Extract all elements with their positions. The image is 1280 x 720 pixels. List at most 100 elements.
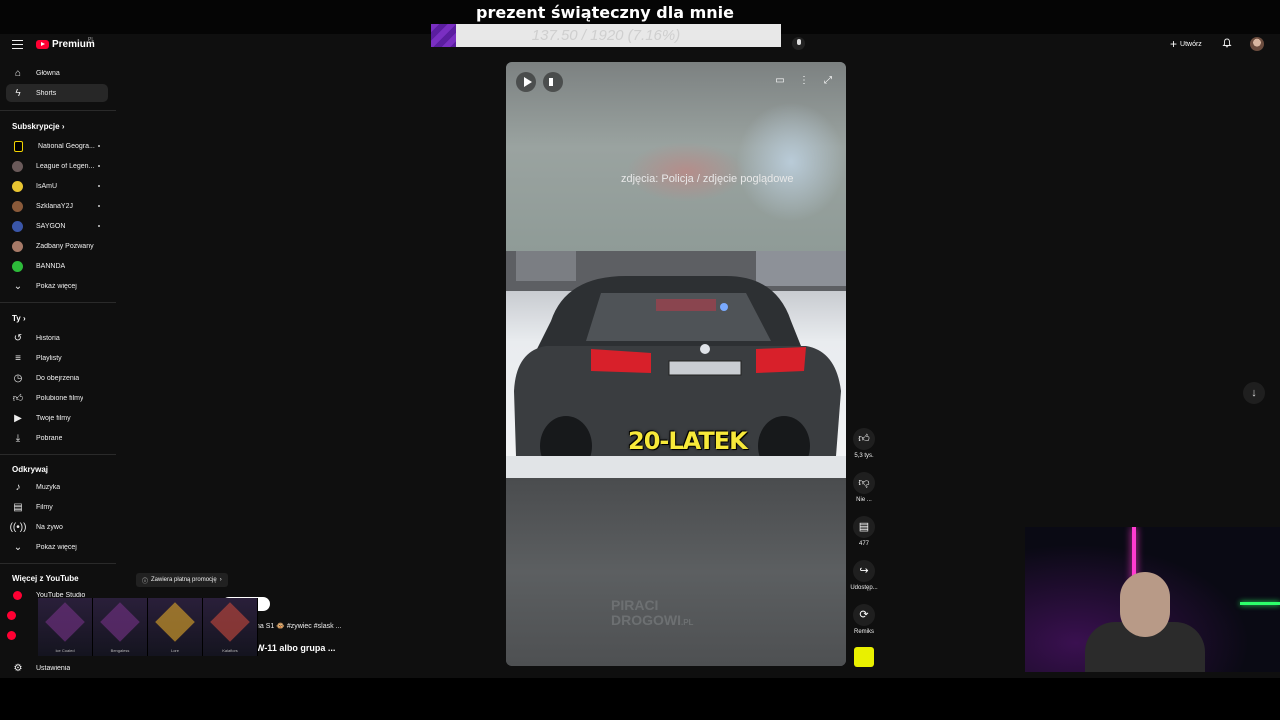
thumbs-up-icon: 👍︎	[12, 393, 24, 404]
channel-avatar	[12, 220, 23, 232]
skin-image	[155, 602, 195, 642]
show-more-subscriptions[interactable]: ⌄ Pokaż więcej	[6, 277, 108, 295]
channel-avatar	[12, 180, 23, 192]
new-content-dot	[98, 165, 100, 167]
sidebar-item-music[interactable]: ♪ Muzyka	[6, 478, 108, 496]
sidebar-item-history[interactable]: ↺ Historia	[6, 329, 108, 347]
skin-card: Ice Coaled	[38, 598, 93, 656]
sidebar-item-label: Filmy	[36, 503, 53, 511]
skin-card: Kalafiors	[203, 598, 258, 656]
sidebar-item-subscription[interactable]: SzklanaY2J	[6, 197, 108, 215]
youtube-logo[interactable]: Premium	[36, 39, 95, 50]
playlist-icon: ≡	[15, 352, 21, 364]
skin-image	[100, 602, 140, 642]
remix-button[interactable]: ⟳ Remiks	[849, 604, 879, 635]
sidebar-item-live[interactable]: ((•)) Na żywo	[6, 518, 108, 536]
sidebar-item-movies[interactable]: ▤ Filmy	[6, 498, 108, 516]
green-light	[1240, 602, 1280, 605]
streamer-webcam	[1025, 527, 1280, 672]
captions-icon[interactable]: ▭	[774, 75, 786, 87]
dislike-label: Nie ...	[856, 497, 872, 503]
sidebar-item-subscription[interactable]: SAYGON	[6, 217, 108, 235]
clock-icon: ◷	[13, 372, 23, 384]
next-video-button[interactable]: ↓	[1243, 382, 1265, 404]
sidebar-item-label: IsAmU	[36, 182, 57, 190]
stream-skins-overlay: Ice Coaled Bengaless Lore Kalafiors	[38, 598, 258, 656]
volume-button[interactable]	[543, 72, 563, 92]
video-bottom-panel: PIRACI DROGOWI.PL	[506, 478, 846, 666]
chevron-down-icon: ⌄	[13, 541, 23, 553]
sidebar-item-label: Główna	[36, 69, 60, 77]
remix-label: Remiks	[853, 629, 874, 635]
blurred-shape	[736, 102, 846, 222]
dislike-button[interactable]: 👎︎ Nie ...	[849, 472, 879, 503]
paid-promotion-badge[interactable]: ⓘ Zawiera płatną promocję ›	[136, 573, 228, 587]
fullscreen-icon[interactable]: ⤢	[822, 75, 834, 87]
skin-card: Bengaless	[93, 598, 148, 656]
sidebar-item-label: Pokaż więcej	[36, 543, 77, 551]
shorts-video-player[interactable]: zdjęcia: Policja / zdjęcie poglądowe PIR…	[506, 62, 846, 666]
new-content-dot	[98, 205, 100, 207]
live-icon: ((•))	[9, 521, 27, 533]
play-button[interactable]	[516, 72, 536, 92]
sidebar-divider	[0, 110, 116, 111]
skin-name: Ice Coaled	[55, 648, 75, 653]
channel-avatar	[14, 140, 23, 152]
like-button[interactable]: 👍︎ 5,3 tys.	[849, 428, 879, 459]
sidebar-item-label: Historia	[36, 334, 60, 342]
youtube-studio-icon	[13, 590, 22, 600]
sidebar-item-home[interactable]: ⌂ Główna	[6, 64, 108, 82]
remix-icon: ⟳	[853, 604, 875, 626]
sidebar-item-shorts[interactable]: ϟ Shorts	[6, 84, 108, 102]
microphone-icon[interactable]	[792, 37, 805, 50]
skin-name: Lore	[170, 648, 179, 653]
sidebar-item-label: Muzyka	[36, 483, 61, 491]
film-icon: ▤	[13, 501, 23, 513]
bell-icon[interactable]	[1222, 38, 1232, 48]
sidebar-item-downloads[interactable]: ⤓ Pobrane	[6, 429, 108, 447]
sidebar-item-liked[interactable]: 👍︎ Polubione filmy	[6, 389, 108, 407]
sound-thumbnail[interactable]	[854, 647, 874, 667]
sidebar-item-watch-later[interactable]: ◷ Do obejrzenia	[6, 369, 108, 387]
sidebar-item-label: National Geogra...	[38, 142, 95, 150]
streamer-head	[1120, 572, 1170, 637]
watermark-line-1: PIRACI	[611, 597, 659, 613]
blurred-shape	[626, 142, 746, 202]
you-heading[interactable]: Ty ›	[12, 314, 26, 323]
video-overlay-text: 20-LATEK	[628, 427, 748, 455]
sidebar-item-settings[interactable]: ⚙ Ustawienia	[6, 659, 108, 677]
more-options-icon[interactable]: ⋮	[798, 75, 810, 87]
sidebar-item-label: Zadbany Pozwany	[36, 242, 94, 250]
sidebar-item-subscription[interactable]: IsAmU	[6, 177, 108, 195]
menu-icon[interactable]	[12, 40, 23, 49]
share-icon: ↪	[853, 560, 875, 582]
watermark-suffix: .PL	[681, 618, 694, 627]
video-description-line: na S1 🐵 #zywiec #slask ...	[256, 623, 342, 630]
subscriptions-heading[interactable]: Subskrypcje ›	[12, 122, 64, 131]
sidebar-item-subscription[interactable]: League of Legen...	[6, 157, 108, 175]
like-count: 5,3 tys.	[854, 453, 874, 459]
sidebar-item-subscription[interactable]: Zadbany Pozwany	[6, 237, 108, 255]
watermark-line-2: DROGOWI	[611, 612, 681, 628]
avatar[interactable]	[1250, 37, 1264, 51]
show-more-explore[interactable]: ⌄ Pokaż więcej	[6, 538, 108, 556]
comments-button[interactable]: ▤ 477	[849, 516, 879, 547]
brand-region: PL	[88, 37, 95, 43]
piraci-drogowi-watermark: PIRACI DROGOWI.PL	[611, 598, 693, 630]
thumbs-down-icon: 👎︎	[853, 472, 875, 494]
sidebar-item-subscription[interactable]: BANNDA	[6, 257, 108, 275]
sidebar-item-label: League of Legen...	[36, 162, 95, 170]
youtube-kids-icon[interactable]	[7, 631, 16, 640]
share-button[interactable]: ↪ Udostęp...	[849, 560, 879, 591]
new-content-dot	[98, 185, 100, 187]
chevron-right-icon: ›	[22, 314, 26, 323]
sidebar-item-label: SzklanaY2J	[36, 202, 73, 210]
section-title: Ty	[12, 314, 21, 323]
create-label: Utwórz	[1180, 40, 1202, 48]
youtube-music-icon[interactable]	[7, 611, 16, 620]
arrow-down-icon: ↓	[1251, 387, 1257, 399]
sidebar-item-subscription[interactable]: National Geogra...	[6, 137, 108, 155]
create-button[interactable]: + Utwórz	[1166, 37, 1206, 51]
sidebar-item-your-videos[interactable]: ▶ Twoje filmy	[6, 409, 108, 427]
sidebar-item-playlists[interactable]: ≡ Playlisty	[6, 349, 108, 367]
